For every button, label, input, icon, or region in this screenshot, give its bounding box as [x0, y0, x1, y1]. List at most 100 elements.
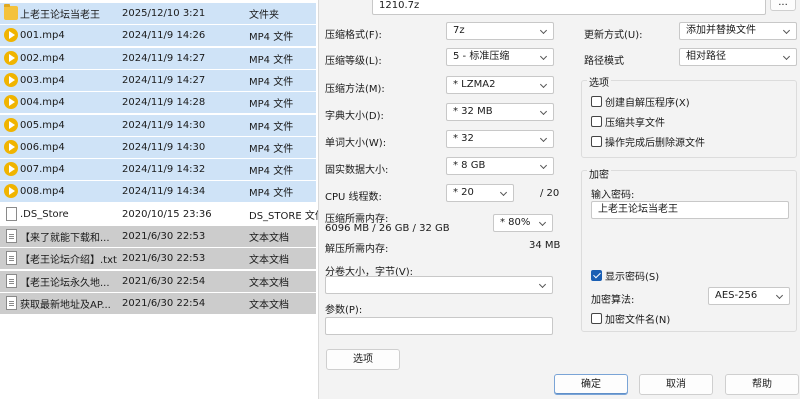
file-type: MP4 文件: [249, 76, 294, 88]
word-label: 单词大小(W):: [325, 138, 387, 149]
cancel-button[interactable]: 取消: [639, 374, 713, 395]
ok-button[interactable]: 确定: [554, 374, 628, 395]
format-value: 7z: [453, 25, 465, 36]
dict-select[interactable]: * 32 MB: [446, 103, 554, 121]
solid-select[interactable]: * 8 GB: [446, 157, 554, 175]
update-value: 添加并替换文件: [686, 25, 756, 36]
show-password-checkbox[interactable]: 显示密码(S): [591, 268, 659, 283]
encryption-group-title: 加密: [587, 166, 611, 181]
file-date: 2024/11/9 14:30: [122, 141, 206, 153]
path-mode-select[interactable]: 相对路径: [679, 48, 797, 66]
file-type: MP4 文件: [249, 32, 294, 44]
file-row[interactable]: 上老王论坛当老王 2025/12/10 3:21 文件夹: [0, 3, 316, 24]
chevron-down-icon: [539, 78, 549, 92]
file-type: MP4 文件: [249, 54, 294, 66]
chevron-down-icon: [499, 186, 509, 200]
dict-label: 字典大小(D):: [325, 111, 384, 122]
params-input[interactable]: [325, 317, 553, 335]
file-date: 2024/11/9 14:28: [122, 97, 206, 109]
file-name: 上老王论坛当老王: [20, 10, 100, 21]
options-button[interactable]: 选项: [326, 349, 400, 370]
file-row[interactable]: 006.mp4 2024/11/9 14:30 MP4 文件: [0, 136, 316, 158]
sfx-checkbox-label: 创建自解压程序(X): [605, 98, 690, 109]
file-date: 2025/12/10 3:21: [122, 8, 206, 19]
method-value: * LZMA2: [453, 79, 496, 90]
file-name: .DS_Store: [20, 208, 69, 220]
checkbox-checked-icon: [591, 270, 602, 281]
file-type: MP4 文件: [249, 166, 294, 178]
update-select[interactable]: 添加并替换文件: [679, 22, 797, 40]
chevron-down-icon: [539, 105, 549, 119]
text-document-icon: [6, 273, 17, 288]
file-row[interactable]: 007.mp4 2024/11/9 14:32 MP4 文件: [0, 159, 316, 181]
file-date: 2024/11/9 14:34: [122, 186, 206, 198]
file-icon: [6, 206, 17, 221]
add-to-archive-dialog: 1210.7z ... 压缩格式(F): 7z 压缩等级(L): 5 - 标准压…: [318, 0, 800, 399]
chevron-down-icon: [538, 216, 548, 230]
file-name: 003.mp4: [20, 74, 65, 86]
file-row[interactable]: 获取最新地址及AP... 2021/6/30 22:54 文本文档: [0, 292, 316, 314]
file-name: 【老王论坛介绍】.txt: [20, 255, 117, 267]
file-row[interactable]: 008.mp4 2024/11/9 14:34 MP4 文件: [0, 181, 316, 203]
shared-files-checkbox-label: 压缩共享文件: [605, 118, 665, 129]
file-type: 文本文档: [249, 255, 289, 267]
chevron-down-icon: [539, 132, 549, 146]
file-type: 文本文档: [249, 299, 289, 311]
delete-source-checkbox[interactable]: 操作完成后删除源文件: [591, 134, 705, 149]
delete-source-checkbox-label: 操作完成后删除源文件: [605, 138, 705, 149]
browse-button[interactable]: ...: [770, 0, 796, 11]
word-select[interactable]: * 32: [446, 130, 554, 148]
file-row[interactable]: 002.mp4 2024/11/9 14:27 MP4 文件: [0, 47, 316, 69]
chevron-down-icon: [782, 24, 792, 38]
help-button[interactable]: 帮助: [725, 374, 799, 395]
checkbox-icon: [591, 96, 602, 107]
split-combo[interactable]: [325, 276, 553, 294]
level-select[interactable]: 5 - 标准压缩: [446, 48, 554, 66]
file-type: MP4 文件: [249, 121, 294, 133]
video-icon: [4, 28, 18, 43]
encrypt-names-checkbox[interactable]: 加密文件名(N): [591, 311, 670, 326]
method-select[interactable]: * LZMA2: [446, 76, 554, 94]
file-row[interactable]: 004.mp4 2024/11/9 14:28 MP4 文件: [0, 92, 316, 114]
shared-files-checkbox[interactable]: 压缩共享文件: [591, 114, 665, 129]
method-label: 压缩方法(M):: [325, 84, 385, 95]
format-select[interactable]: 7z: [446, 22, 554, 40]
dict-value: * 32 MB: [453, 106, 493, 117]
file-name: 002.mp4: [20, 52, 65, 64]
file-row[interactable]: 003.mp4 2024/11/9 14:27 MP4 文件: [0, 69, 316, 91]
video-icon: [4, 117, 18, 132]
file-date: 2021/6/30 22:54: [122, 297, 206, 309]
chevron-down-icon: [538, 278, 548, 292]
file-name: 获取最新地址及AP...: [20, 299, 111, 311]
memory-percent-select[interactable]: * 80%: [493, 214, 553, 232]
text-document-icon: [6, 251, 17, 266]
file-name: 004.mp4: [20, 97, 65, 109]
video-icon: [4, 72, 18, 87]
path-mode-label: 路径模式: [584, 56, 624, 67]
file-type: MP4 文件: [249, 143, 294, 155]
file-date: 2024/11/9 14:27: [122, 52, 206, 64]
file-name: 【老王论坛永久地...: [20, 277, 110, 289]
file-row[interactable]: 【老王论坛介绍】.txt 2021/6/30 22:53 文本文档: [0, 248, 316, 270]
file-row[interactable]: .DS_Store 2020/10/15 23:36 DS_STORE 文件: [0, 203, 325, 225]
level-value: 5 - 标准压缩: [453, 51, 510, 62]
threads-select[interactable]: * 20: [446, 184, 514, 202]
video-icon: [4, 162, 18, 177]
chevron-down-icon: [782, 50, 792, 64]
file-row[interactable]: 【来了就能下载和... 2021/6/30 22:53 文本文档: [0, 226, 316, 247]
file-row[interactable]: 005.mp4 2024/11/9 14:30 MP4 文件: [0, 114, 316, 136]
file-row[interactable]: 【老王论坛永久地... 2021/6/30 22:54 文本文档: [0, 270, 316, 292]
sfx-checkbox[interactable]: 创建自解压程序(X): [591, 94, 690, 109]
format-label: 压缩格式(F):: [325, 30, 382, 41]
video-icon: [4, 139, 18, 154]
checkbox-icon: [591, 116, 602, 127]
video-icon: [4, 184, 18, 199]
file-row[interactable]: 001.mp4 2024/11/9 14:26 MP4 文件: [0, 25, 316, 47]
checkbox-icon: [591, 136, 602, 147]
password-input[interactable]: 上老王论坛当老王: [591, 201, 789, 219]
archive-path-input[interactable]: 1210.7z: [372, 0, 766, 15]
file-name: 【来了就能下载和...: [20, 233, 110, 244]
chevron-down-icon: [539, 50, 549, 64]
encryption-method-select[interactable]: AES-256: [708, 287, 790, 305]
file-name: 005.mp4: [20, 119, 65, 131]
